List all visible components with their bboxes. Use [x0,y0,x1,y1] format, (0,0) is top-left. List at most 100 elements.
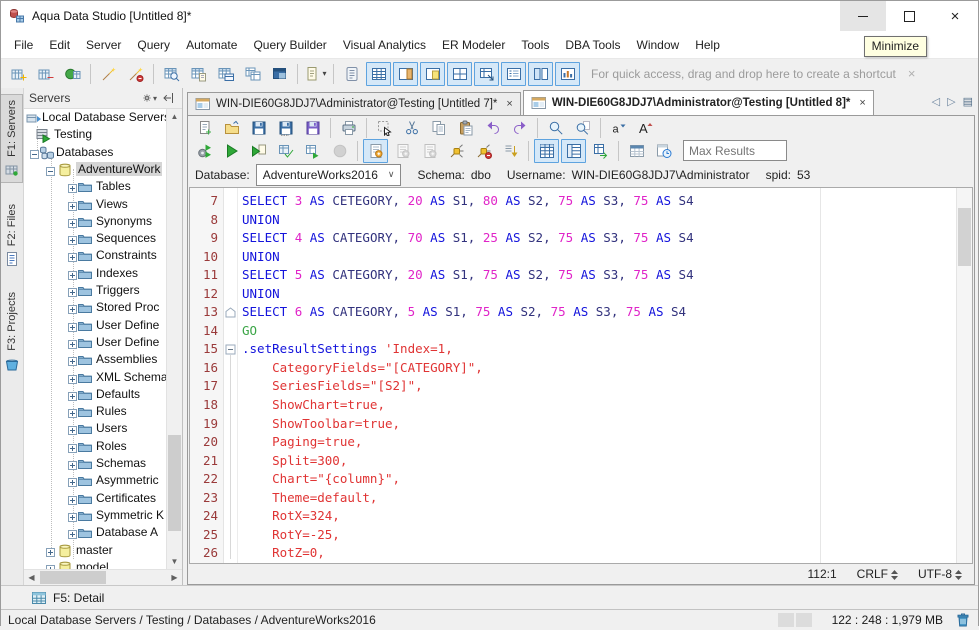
send-to-button[interactable] [498,139,523,163]
new-query-analyzer-button[interactable]: ▾ [303,62,328,86]
query-buffer-3-button[interactable] [417,139,442,163]
expand-icon[interactable] [68,528,77,542]
expand-icon[interactable] [68,407,77,421]
maximize-button[interactable] [886,1,932,31]
connect-server-button[interactable] [60,62,85,86]
expand-icon[interactable] [68,182,77,196]
expand-icon[interactable] [68,511,77,525]
encoding-select[interactable]: UTF-8 [918,567,962,581]
expand-icon[interactable] [68,442,77,456]
tree-item-rules[interactable]: Rules [24,403,167,420]
tree-item-views[interactable]: Views [24,196,167,213]
paste-button[interactable] [453,116,478,140]
close-button[interactable]: × [932,1,978,31]
redo-button[interactable] [507,116,532,140]
toggle-chart-view-button[interactable] [555,61,580,86]
tree-hscroll-thumb[interactable] [40,571,106,584]
tab-next-icon[interactable]: ▷ [947,95,955,108]
expand-icon[interactable] [46,546,55,560]
new-file-button[interactable] [192,116,217,140]
alter-object-button[interactable] [96,62,121,86]
hint-close-icon[interactable]: × [908,66,916,81]
query-buffer-1-button[interactable] [363,138,388,163]
select-button[interactable] [372,116,397,140]
menu-item-edit[interactable]: Edit [41,34,78,56]
tree-item-defaults[interactable]: Defaults [24,386,167,403]
collapse-icon[interactable] [30,148,39,162]
expand-icon[interactable] [68,424,77,438]
max-results-input[interactable] [683,140,787,161]
menu-item-visual-analytics[interactable]: Visual Analytics [335,34,434,56]
tree-scroll-thumb[interactable] [168,435,181,531]
increase-font-button[interactable]: A [633,116,658,140]
menu-item-server[interactable]: Server [78,34,129,56]
document-tab[interactable]: WIN-DIE60G8JDJ7\Administrator@Testing [U… [187,92,521,115]
tree-item-user-define[interactable]: User Define [24,317,167,334]
disconnect-button[interactable] [471,139,496,163]
document-tab-active[interactable]: WIN-DIE60G8JDJ7\Administrator@Testing [U… [522,90,874,115]
register-server-button[interactable] [6,62,31,86]
dock-tab-f2-files[interactable]: F2: Files [2,199,23,271]
expand-icon[interactable] [68,251,77,265]
execute-parallel-button[interactable] [300,139,325,163]
expand-icon[interactable] [68,200,77,214]
view-ddl-button[interactable] [213,62,238,86]
menu-item-tools[interactable]: Tools [513,34,557,56]
menu-item-dba-tools[interactable]: DBA Tools [557,34,628,56]
collapse-icon[interactable] [46,165,55,179]
script-object-button[interactable] [186,62,211,86]
table-properties-button[interactable] [267,62,292,86]
fold-end-icon[interactable] [225,307,236,321]
tree-horizontal-scrollbar[interactable]: ◀ ▶ [24,569,182,585]
scroll-down-icon[interactable]: ▼ [167,554,182,569]
tree-vertical-scrollbar[interactable]: ▲ ▼ [166,109,182,569]
tree-item-testing[interactable]: Testing [24,126,167,144]
tree-item-constraints[interactable]: Constraints [24,247,167,264]
tree-item-users[interactable]: Users [24,420,167,437]
scroll-left-icon[interactable]: ◀ [24,570,39,585]
statusbar-grip[interactable] [777,613,812,627]
tree-item-tables[interactable]: Tables [24,178,167,195]
expand-icon[interactable] [68,217,77,231]
tree-item-user-define[interactable]: User Define [24,334,167,351]
expand-icon[interactable] [68,355,77,369]
toggle-editor-panel-button[interactable] [420,61,445,86]
history-button[interactable] [651,139,676,163]
tree-item-roles[interactable]: Roles [24,438,167,455]
expand-icon[interactable] [68,303,77,317]
toggle-split-view-button[interactable] [528,61,553,86]
toggle-right-panel-button[interactable] [393,61,418,86]
tree-item-triggers[interactable]: Triggers [24,282,167,299]
toggle-list-view-button[interactable] [501,61,526,86]
tab-close-icon[interactable]: × [859,97,865,109]
editor-scroll-thumb[interactable] [958,208,971,266]
expand-icon[interactable] [68,494,77,508]
menu-item-query[interactable]: Query [129,34,178,56]
tree-item-model[interactable]: model [24,559,167,569]
execute-button[interactable] [219,139,244,163]
expand-icon[interactable] [68,269,77,283]
tree-item-sequences[interactable]: Sequences [24,230,167,247]
detail-tab[interactable]: F5: Detail [53,591,104,605]
toggle-grid-layout-button[interactable] [447,61,472,86]
cut-button[interactable] [399,116,424,140]
menu-item-automate[interactable]: Automate [178,34,245,56]
copy-button[interactable] [426,116,451,140]
scroll-right-icon[interactable]: ▶ [167,570,182,585]
connect-button[interactable] [444,139,469,163]
decrease-font-button[interactable]: a [606,116,631,140]
find-in-files-button[interactable] [570,116,595,140]
query-buffer-2-button[interactable] [390,139,415,163]
open-file-button[interactable] [219,116,244,140]
tree-item-certificates[interactable]: Certificates [24,490,167,507]
expand-icon[interactable] [68,459,77,473]
expand-icon[interactable] [68,234,77,248]
dock-tab-f1-servers[interactable]: F1: Servers [1,94,23,183]
menu-item-window[interactable]: Window [629,34,688,56]
tab-prev-icon[interactable]: ◁ [932,95,940,108]
code-text[interactable]: SELECT 3 AS CETEGORY, 20 AS S1, 80 AS S2… [238,188,972,563]
toggle-detail-window-button[interactable] [474,61,499,86]
editor-vertical-scrollbar[interactable] [956,188,972,563]
browse-table-button[interactable] [159,62,184,86]
tree-item-stored-proc[interactable]: Stored Proc [24,299,167,316]
